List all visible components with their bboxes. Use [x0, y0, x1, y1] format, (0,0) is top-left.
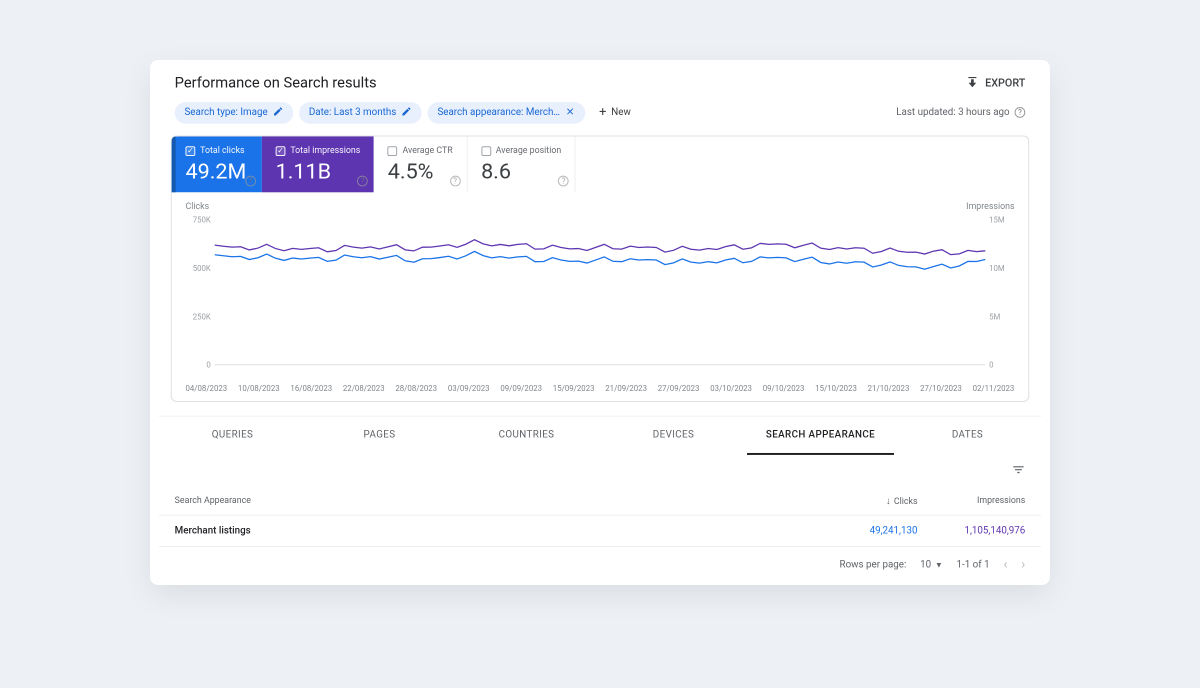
prev-page-button[interactable]: ‹ [1003, 557, 1007, 573]
pencil-icon [273, 106, 284, 120]
next-page-button[interactable]: › [1021, 557, 1025, 573]
cell-impressions: 1,105,140,976 [918, 526, 1026, 537]
table-header: Search Appearance ↓ Clicks Impressions [159, 480, 1041, 515]
filter-icon[interactable] [1012, 463, 1026, 481]
rows-per-page-select[interactable]: 10▼ [920, 559, 943, 570]
tab-queries[interactable]: QUERIES [159, 417, 306, 455]
performance-chart: 750K 500K 250K 0 15M 10M 5M 0 [185, 214, 1014, 381]
cell-clicks: 49,241,130 [820, 526, 918, 537]
tab-pages[interactable]: PAGES [306, 417, 453, 455]
checkbox-icon [388, 146, 398, 156]
chart-panel: Total clicks 49.2M ? Total impressions 1… [171, 135, 1029, 402]
metric-value: 8.6 [481, 160, 561, 185]
table-row[interactable]: Merchant listings49,241,1301,105,140,976 [159, 516, 1041, 547]
svg-text:5M: 5M [989, 312, 1000, 321]
svg-text:0: 0 [989, 361, 993, 370]
metric-total-impressions[interactable]: Total impressions 1.11B ? [262, 136, 374, 192]
y-axis-right-label: Impressions [966, 202, 1014, 212]
metric-label: Average position [496, 146, 561, 156]
svg-text:15M: 15M [989, 216, 1005, 225]
pagination: Rows per page: 10▼ 1-1 of 1 ‹ › [159, 547, 1041, 574]
checkbox-icon [276, 146, 286, 156]
tab-dates[interactable]: DATES [894, 417, 1041, 455]
svg-text:750K: 750K [193, 216, 211, 225]
chip-label: Search type: Image [184, 107, 267, 118]
dimension-tabs: QUERIESPAGESCOUNTRIESDEVICESSEARCH APPEA… [159, 416, 1041, 455]
help-icon[interactable]: ? [245, 176, 256, 187]
col-clicks[interactable]: ↓ Clicks [820, 496, 918, 507]
download-icon [966, 74, 980, 91]
chip-search-type[interactable]: Search type: Image [175, 102, 293, 124]
pencil-icon [401, 106, 412, 120]
sort-desc-icon: ↓ [886, 496, 891, 507]
help-icon[interactable]: ? [450, 176, 461, 187]
filter-chips: Search type: Image Date: Last 3 months S… [175, 101, 639, 124]
metric-value: 49.2M [185, 160, 248, 185]
svg-text:500K: 500K [193, 264, 211, 273]
new-filter-button[interactable]: + New [591, 101, 638, 124]
help-icon[interactable]: ? [558, 176, 569, 187]
help-icon[interactable]: ? [357, 176, 368, 187]
metric-value: 4.5% [388, 160, 453, 185]
last-updated: Last updated: 3 hours ago ? [896, 107, 1025, 118]
col-name[interactable]: Search Appearance [175, 496, 820, 507]
page-range: 1-1 of 1 [957, 559, 990, 570]
export-label: EXPORT [985, 76, 1025, 89]
svg-text:0: 0 [206, 361, 210, 370]
y-axis-left-label: Clicks [185, 202, 209, 212]
metric-label: Average CTR [402, 146, 452, 156]
col-impressions[interactable]: Impressions [918, 496, 1026, 507]
checkbox-icon [185, 146, 195, 156]
tab-search-appearance[interactable]: SEARCH APPEARANCE [747, 417, 894, 455]
help-icon[interactable]: ? [1015, 107, 1026, 118]
chip-label: Search appearance: Merch… [437, 107, 559, 118]
metric-average-position[interactable]: Average position 8.6 ? [467, 136, 576, 192]
metric-average-ctr[interactable]: Average CTR 4.5% ? [374, 136, 467, 192]
rows-per-page-label: Rows per page: [840, 559, 907, 570]
metric-label: Total impressions [290, 146, 360, 156]
plus-icon: + [599, 105, 606, 120]
close-icon[interactable] [565, 106, 576, 120]
svg-text:10M: 10M [989, 264, 1005, 273]
checkbox-icon [481, 146, 491, 156]
metric-total-clicks[interactable]: Total clicks 49.2M ? [172, 136, 262, 192]
metric-label: Total clicks [200, 146, 244, 156]
new-label: New [611, 107, 631, 118]
x-axis-ticks: 04/08/202310/08/202316/08/202322/08/2023… [185, 380, 1014, 393]
cell-name: Merchant listings [175, 526, 820, 537]
tab-devices[interactable]: DEVICES [600, 417, 747, 455]
export-button[interactable]: EXPORT [966, 74, 1026, 91]
svg-text:250K: 250K [193, 312, 211, 321]
page-title: Performance on Search results [175, 74, 377, 92]
tab-countries[interactable]: COUNTRIES [453, 417, 600, 455]
chip-search-appearance[interactable]: Search appearance: Merch… [428, 102, 586, 124]
chip-label: Date: Last 3 months [309, 107, 396, 118]
metric-value: 1.11B [276, 160, 361, 185]
chevron-down-icon: ▼ [935, 560, 943, 569]
chip-date[interactable]: Date: Last 3 months [299, 102, 422, 124]
